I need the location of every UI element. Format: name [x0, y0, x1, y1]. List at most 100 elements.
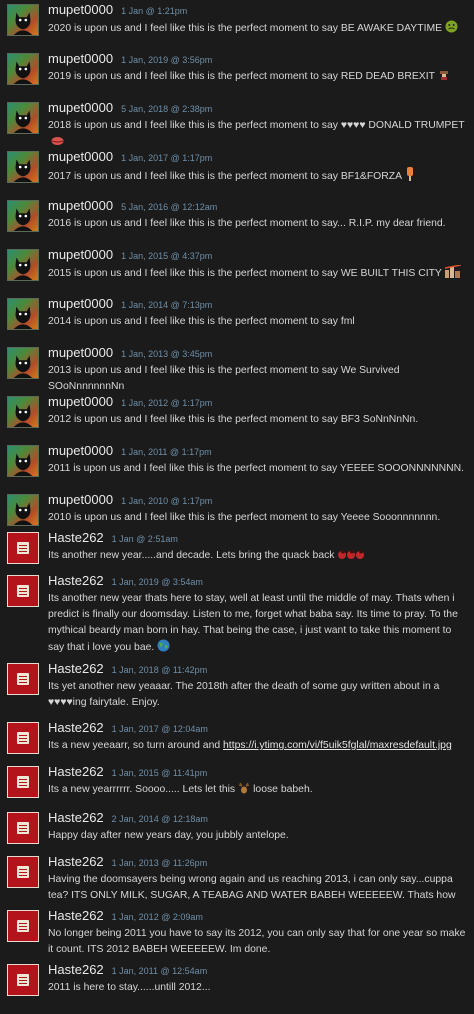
author-name[interactable]: mupet0000 — [48, 296, 113, 311]
user-avatar[interactable] — [7, 494, 39, 526]
author-name[interactable]: mupet0000 — [48, 443, 113, 458]
comment-text: No longer being 2011 you have to say its… — [48, 928, 466, 955]
author-name[interactable]: Haste262 — [48, 908, 104, 923]
comment-item: mupet0000 1 Jan, 2017 @ 1:17pm 2017 is up… — [0, 147, 474, 196]
user-avatar[interactable] — [7, 4, 39, 36]
user-avatar[interactable] — [7, 856, 39, 888]
user-avatar[interactable] — [7, 964, 39, 996]
comment-item: Haste262 1 Jan, 2011 @ 12:54am 2011 is he… — [0, 960, 474, 997]
comment-date[interactable]: 1 Jan, 2017 @ 12:04am — [112, 724, 208, 734]
author-name[interactable]: Haste262 — [48, 720, 104, 735]
comment-item: mupet0000 1 Jan, 2019 @ 3:56pm 2019 is up… — [0, 49, 474, 98]
author-name[interactable]: Haste262 — [48, 764, 104, 779]
comment-date[interactable]: 1 Jan, 2011 @ 12:54am — [112, 966, 208, 976]
comment-date[interactable]: 1 Jan, 2013 @ 3:45pm — [121, 349, 212, 359]
user-avatar[interactable] — [7, 396, 39, 428]
comment-text: 2018 is upon us and I feel like this is … — [48, 118, 468, 147]
comment-date[interactable]: 1 Jan, 2017 @ 1:17pm — [121, 153, 212, 163]
author-name[interactable]: mupet0000 — [48, 51, 113, 66]
comment-item: Haste262 1 Jan, 2019 @ 3:54am Its another… — [0, 571, 474, 659]
comment-item: Haste262 1 Jan, 2018 @ 11:42pm Its yet an… — [0, 659, 474, 718]
deer-emoticon — [238, 782, 250, 800]
author-name[interactable]: mupet0000 — [48, 394, 113, 409]
comment-text: Happy day after new years day, you jubbl… — [48, 830, 289, 841]
comment-date[interactable]: 1 Jan, 2015 @ 11:41pm — [112, 768, 208, 778]
comment-feed: mupet0000 1 Jan @ 1:21pm 2020 is upon us … — [0, 0, 474, 997]
user-avatar[interactable] — [7, 766, 39, 798]
comment-date[interactable]: 2 Jan, 2014 @ 12:18am — [112, 814, 208, 824]
comment-item: Haste262 1 Jan, 2017 @ 12:04am Its a new … — [0, 718, 474, 762]
comment-item: mupet0000 1 Jan, 2011 @ 1:17pm 2011 is up… — [0, 441, 474, 490]
user-avatar[interactable] — [7, 151, 39, 183]
city-emoticon — [444, 264, 462, 284]
image-link[interactable]: https://i.ytimg.com/vi/f5uik5fglal/maxre… — [223, 740, 452, 751]
author-name[interactable]: mupet0000 — [48, 2, 113, 17]
comment-item: mupet0000 1 Jan, 2014 @ 7:13pm 2014 is up… — [0, 294, 474, 343]
user-avatar[interactable] — [7, 722, 39, 754]
comment-item: Haste262 1 Jan, 2012 @ 2:09am No longer b… — [0, 906, 474, 960]
ice-lolly-emoticon — [405, 167, 415, 187]
user-avatar[interactable] — [7, 200, 39, 232]
comment-item: mupet0000 5 Jan, 2018 @ 2:38pm 2018 is up… — [0, 98, 474, 147]
comment-date[interactable]: 1 Jan, 2019 @ 3:54am — [112, 577, 203, 587]
user-avatar[interactable] — [7, 298, 39, 330]
comment-date[interactable]: 1 Jan, 2014 @ 7:13pm — [121, 300, 212, 310]
comment-date[interactable]: 1 Jan, 2012 @ 2:09am — [112, 912, 203, 922]
user-avatar[interactable] — [7, 532, 39, 564]
globe-emoticon — [157, 639, 170, 658]
author-name[interactable]: Haste262 — [48, 530, 104, 545]
author-name[interactable]: Haste262 — [48, 661, 104, 676]
comment-date[interactable]: 1 Jan, 2019 @ 3:56pm — [121, 55, 212, 65]
comment-text: Its a new yearrrrrr. Soooo..... Lets let… — [48, 782, 468, 800]
comment-date[interactable]: 1 Jan, 2013 @ 11:26pm — [112, 858, 208, 868]
comment-item: Haste262 1 Jan, 2013 @ 11:26pm Having the… — [0, 852, 474, 906]
comment-text: 2016 is upon us and I feel like this is … — [48, 218, 446, 229]
user-avatar[interactable] — [7, 53, 39, 85]
comment-text: 2012 is upon us and I feel like this is … — [48, 414, 419, 425]
comment-text: Its another new year thats here to stay,… — [48, 591, 468, 658]
user-avatar[interactable] — [7, 812, 39, 844]
comment-item: mupet0000 1 Jan, 2010 @ 1:17pm 2010 is up… — [0, 490, 474, 528]
comment-date[interactable]: 1 Jan, 2010 @ 1:17pm — [121, 496, 212, 506]
sick-face-emoticon — [445, 20, 458, 39]
user-avatar[interactable] — [7, 663, 39, 695]
comment-text: Its a new yeeaarr, so turn around and ht… — [48, 740, 452, 751]
author-name[interactable]: mupet0000 — [48, 492, 113, 507]
author-name[interactable]: mupet0000 — [48, 247, 113, 262]
user-avatar[interactable] — [7, 575, 39, 607]
comment-text: 2014 is upon us and I feel like this is … — [48, 316, 355, 327]
comment-text: Its another new year.....and decade. Let… — [48, 548, 468, 566]
comment-text: 2011 is upon us and I feel like this is … — [48, 463, 465, 474]
comment-date[interactable]: 5 Jan, 2016 @ 12:12am — [121, 202, 217, 212]
user-avatar[interactable] — [7, 910, 39, 942]
author-name[interactable]: mupet0000 — [48, 149, 113, 164]
author-name[interactable]: Haste262 — [48, 962, 104, 977]
comment-date[interactable]: 1 Jan, 2015 @ 4:37pm — [121, 251, 212, 261]
user-avatar[interactable] — [7, 445, 39, 477]
comment-item: mupet0000 5 Jan, 2016 @ 12:12am 2016 is u… — [0, 196, 474, 245]
comment-date[interactable]: 1 Jan, 2012 @ 1:17pm — [121, 398, 212, 408]
author-name[interactable]: mupet0000 — [48, 198, 113, 213]
comment-date[interactable]: 5 Jan, 2018 @ 2:38pm — [121, 104, 212, 114]
comment-date[interactable]: 1 Jan @ 1:21pm — [121, 6, 187, 16]
comment-text: 2010 is upon us and I feel like this is … — [48, 512, 441, 523]
comment-date[interactable]: 1 Jan, 2018 @ 11:42pm — [112, 665, 208, 675]
author-name[interactable]: Haste262 — [48, 854, 104, 869]
comment-text: 2011 is here to stay......untill 2012... — [48, 982, 211, 993]
author-name[interactable]: mupet0000 — [48, 345, 113, 360]
comment-text: Having the doomsayers being wrong again … — [48, 874, 456, 901]
author-name[interactable]: Haste262 — [48, 573, 104, 588]
comment-item: mupet0000 1 Jan @ 1:21pm 2020 is upon us … — [0, 0, 474, 49]
comment-item: Haste262 2 Jan, 2014 @ 12:18am Happy day … — [0, 808, 474, 852]
user-avatar[interactable] — [7, 102, 39, 134]
comment-date[interactable]: 1 Jan @ 2:51am — [112, 534, 178, 544]
comment-date[interactable]: 1 Jan, 2011 @ 1:17pm — [121, 447, 212, 457]
comment-text: 2015 is upon us and I feel like this is … — [48, 264, 468, 284]
comment-text: 2019 is upon us and I feel like this is … — [48, 69, 468, 87]
author-name[interactable]: mupet0000 — [48, 100, 113, 115]
comment-text: 2020 is upon us and I feel like this is … — [48, 20, 468, 39]
user-avatar[interactable] — [7, 347, 39, 379]
author-name[interactable]: Haste262 — [48, 810, 104, 825]
comment-text: 2017 is upon us and I feel like this is … — [48, 167, 468, 187]
user-avatar[interactable] — [7, 249, 39, 281]
